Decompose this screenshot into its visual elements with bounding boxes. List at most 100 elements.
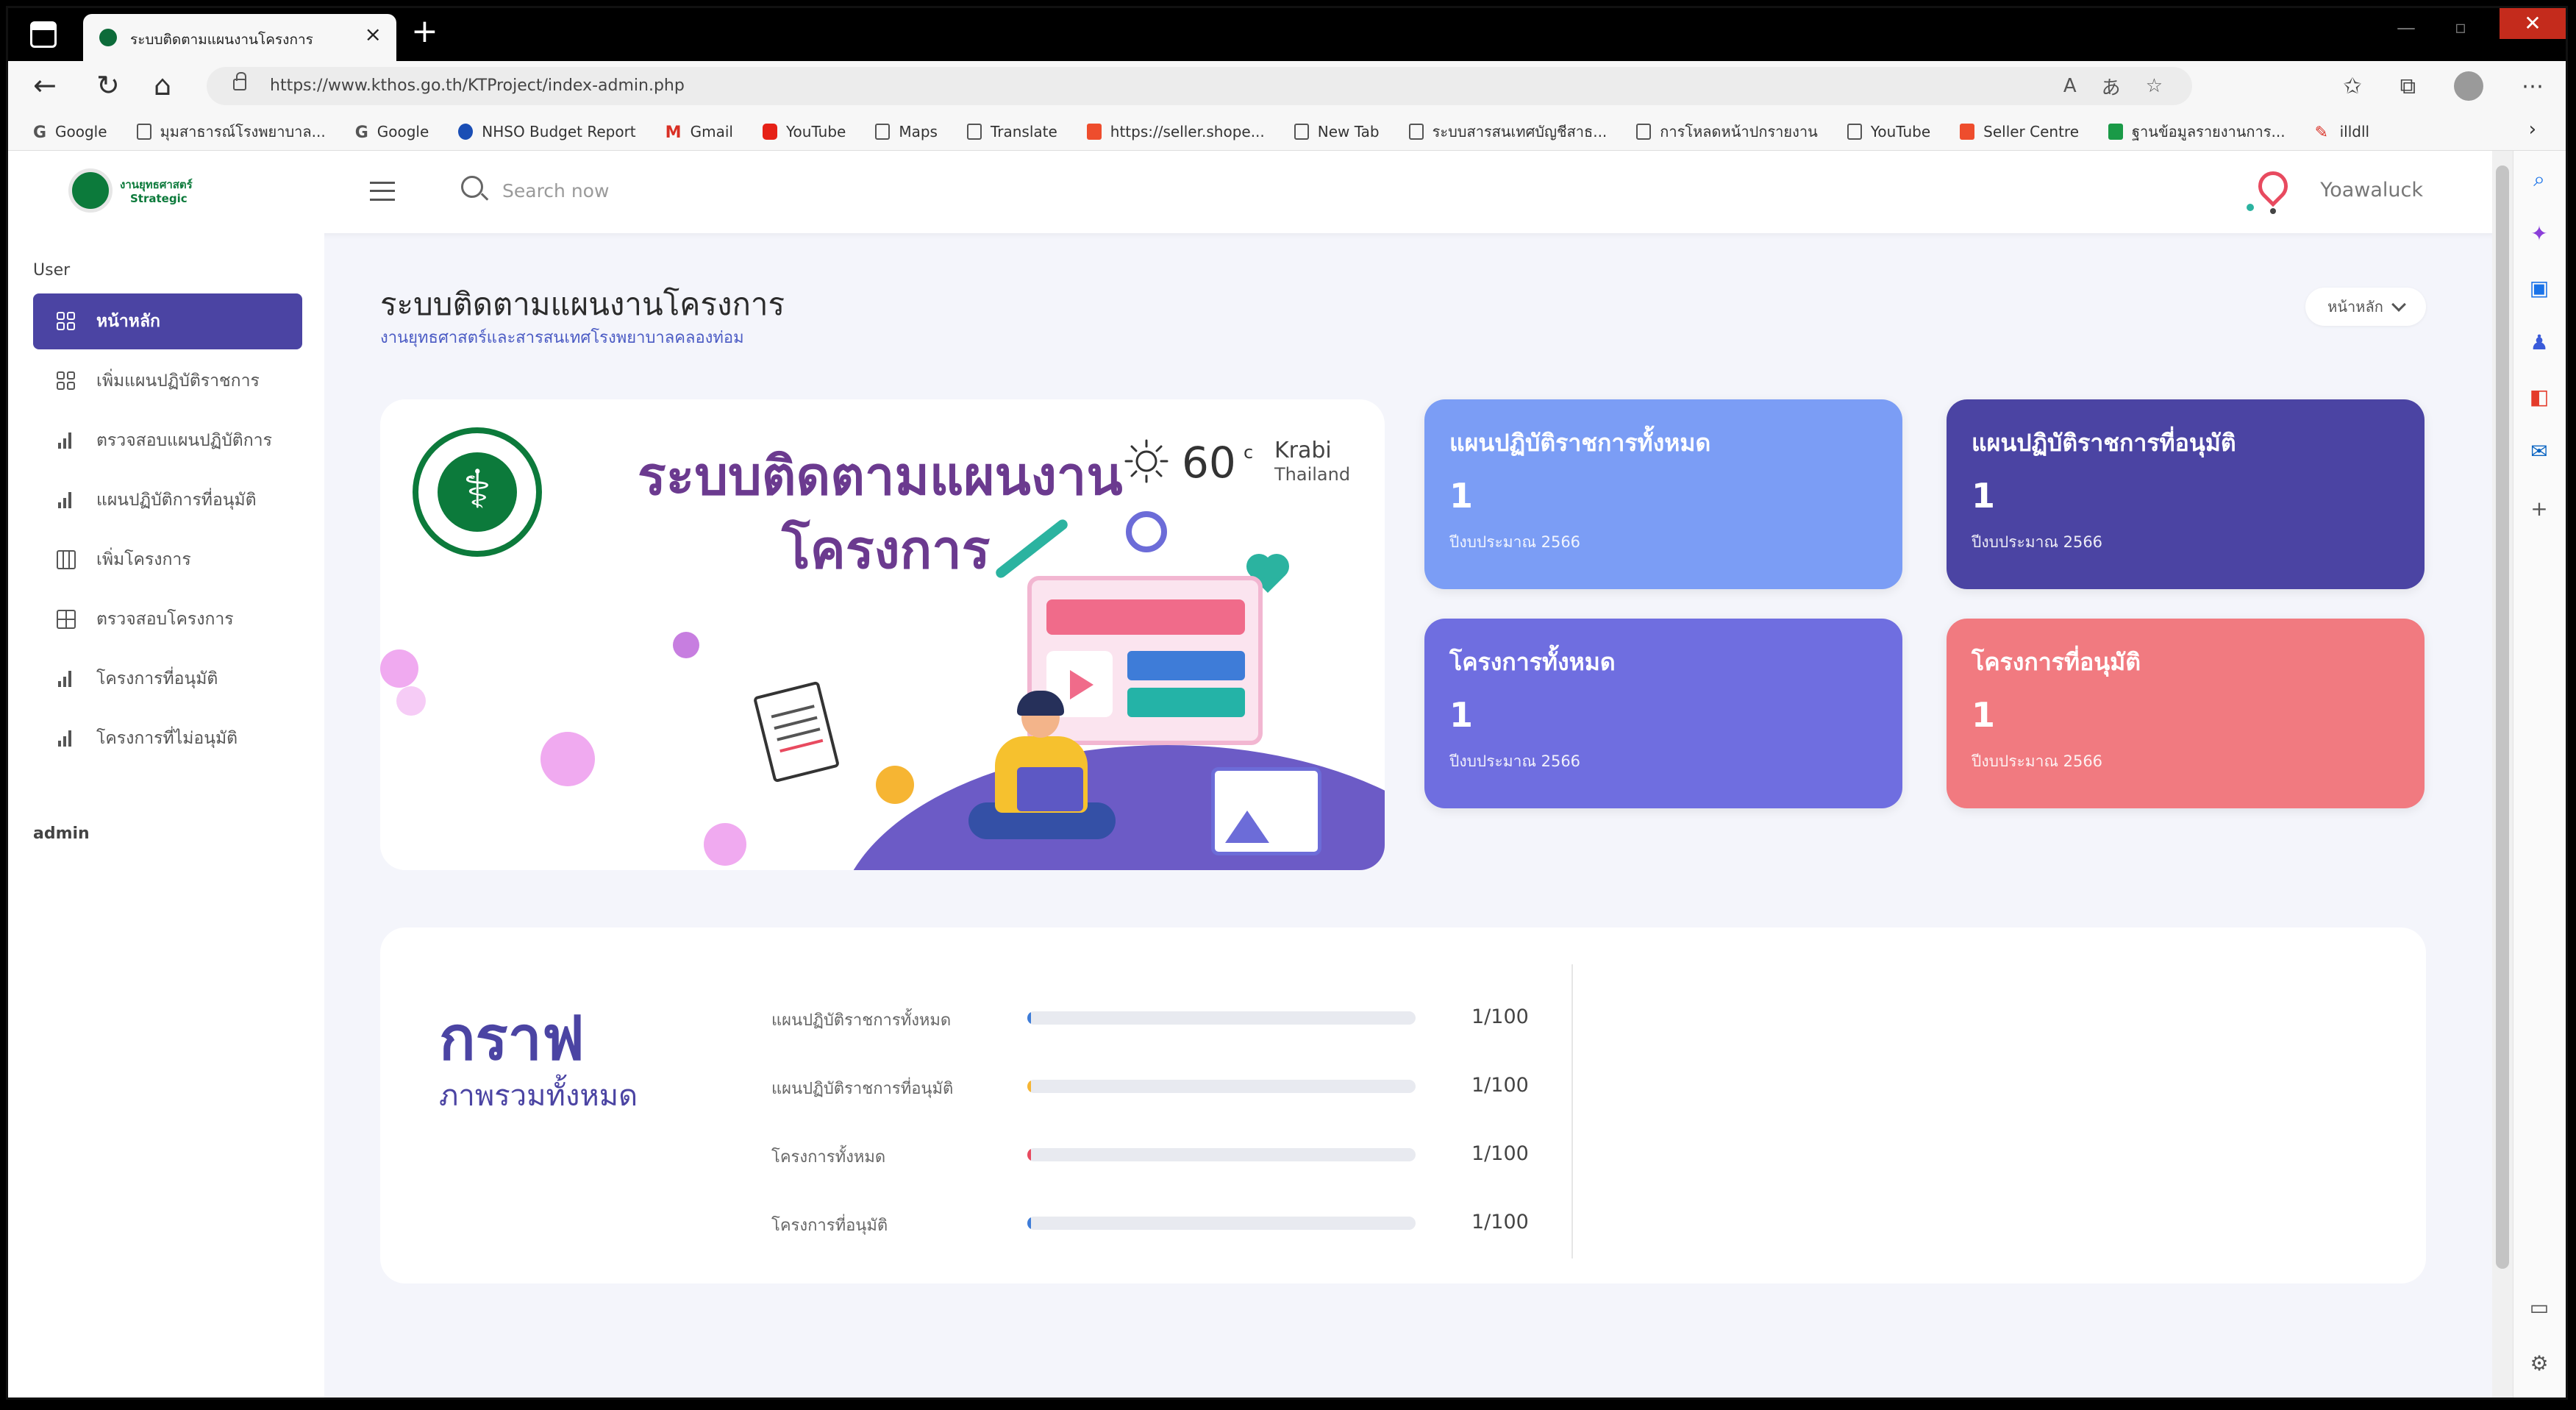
browser-tab[interactable]: ระบบติดตามแผนงานโครงการ × [83, 14, 396, 61]
site-logo[interactable]: งานยุทธศาสตร์ Strategic [68, 164, 201, 220]
bookmark-item[interactable]: Maps [875, 123, 938, 140]
bookmark-item[interactable]: Seller Centre [1960, 123, 2079, 140]
address-bar[interactable]: https://www.kthos.go.th/KTProject/index-… [207, 67, 2192, 105]
lock-icon[interactable] [233, 72, 246, 90]
search-icon[interactable] [461, 176, 483, 198]
bookmark-item[interactable]: ระบบสารสนเทศบัญชีสาธ... [1408, 120, 1608, 143]
bookmark-item[interactable]: New Tab [1294, 123, 1380, 140]
sidebar-item-add-action-plan[interactable]: เพิ่มแผนปฏิบัติราชการ [33, 353, 302, 409]
office-icon[interactable]: ◧ [2527, 385, 2552, 410]
minimize-icon[interactable]: — [2388, 17, 2425, 39]
home-icon[interactable]: ⌂ [154, 71, 171, 99]
hamburger-menu-icon[interactable] [370, 182, 395, 201]
bookmark-item[interactable]: มุมสาธารณ์โรงพยาบาล... [136, 120, 326, 143]
favorites-icon[interactable]: ✩ [2343, 74, 2361, 99]
wrench-illustration [993, 517, 1070, 580]
progress-fill [1027, 1217, 1032, 1230]
favorite-star-icon[interactable]: ☆ [2146, 75, 2163, 97]
tab-actions-icon[interactable] [30, 21, 57, 48]
bookmark-label: illdll [2339, 122, 2370, 140]
bookmark-item[interactable]: ✎ illdll [2314, 122, 2370, 142]
bookmark-label: ฐานข้อมูลรายงานการ... [2132, 122, 2286, 140]
breadcrumb-dropdown[interactable]: หน้าหลัก [2305, 288, 2426, 326]
sidebar-item-label: เพิ่มแผนปฏิบัติราชการ [96, 371, 260, 391]
sidebar-section-admin: admin [33, 825, 90, 843]
bookmark-item[interactable]: M Gmail [665, 123, 733, 142]
new-tab-icon[interactable]: + [411, 15, 438, 48]
bookmark-item[interactable]: https://seller.shope... [1086, 123, 1265, 140]
bookmark-label: NHSO Budget Report [482, 122, 636, 140]
sidebar-item-label: โครงการที่ไม่อนุมัติ [96, 729, 238, 748]
sidebar-item-rejected-projects[interactable]: โครงการที่ไม่อนุมัติ [33, 711, 302, 766]
bookmark-item[interactable]: G Google [33, 123, 107, 142]
shopping-icon[interactable]: ▣ [2527, 276, 2552, 301]
clipboard-illustration [752, 680, 841, 783]
copilot-icon[interactable]: ✦ [2527, 221, 2552, 246]
decorative-circle [396, 686, 426, 716]
maximize-icon[interactable]: ▫ [2442, 17, 2479, 39]
url-text[interactable]: https://www.kthos.go.th/KTProject/index-… [270, 76, 685, 95]
back-arrow-icon[interactable]: ← [33, 71, 57, 99]
settings-gear-icon[interactable]: ⚙ [2527, 1351, 2552, 1376]
sidebar-item-review-project[interactable]: ตรวจสอบโครงการ [33, 591, 302, 647]
address-toolbar: ← ↻ ⌂ https://www.kthos.go.th/KTProject/… [8, 61, 2566, 113]
bookmarks-bar: G Google มุมสาธารณ์โรงพยาบาล... G Google NHSO… [8, 113, 2566, 151]
bookmark-item[interactable]: Translate [966, 122, 1057, 140]
sidebar-item-home[interactable]: หน้าหลัก [33, 293, 302, 349]
close-tab-icon[interactable]: × [365, 24, 382, 45]
user-avatar[interactable] [2245, 165, 2294, 217]
page-icon [966, 123, 982, 140]
sidebar-toggle-icon[interactable]: ▭ [2527, 1295, 2552, 1320]
chevron-down-icon [2391, 297, 2406, 312]
gmail-icon: M [665, 123, 682, 142]
bookmark-item[interactable]: YouTube [1847, 123, 1930, 140]
stat-sub: ปีงบประมาณ 2566 [1449, 752, 1581, 770]
scrollbar-thumb[interactable] [2496, 165, 2509, 1269]
bookmark-item[interactable]: G Google [355, 123, 429, 142]
sidebar-item-review-action-plan[interactable]: ตรวจสอบแผนปฏิบัติการ [33, 413, 302, 469]
bookmark-label: ระบบสารสนเทศบัญชีสาธ... [1432, 122, 1608, 140]
page-title: ระบบติดตามแผนงานโครงการ [380, 286, 785, 322]
collections-icon[interactable]: ⧉ [2400, 74, 2416, 99]
page-scrollbar[interactable] [2492, 151, 2513, 1397]
bookmark-label: Translate [990, 122, 1057, 140]
outlook-icon[interactable]: ✉ [2527, 439, 2552, 464]
progress-bar [1027, 1217, 1416, 1230]
search-icon[interactable]: ⌕ [2527, 167, 2552, 192]
bookmark-label: การโหลดหน้าปกรายงาน [1660, 122, 1818, 140]
stat-card-all-projects[interactable]: โครงการทั้งหมด 1 ปีงบประมาณ 2566 [1424, 619, 1902, 808]
more-menu-icon[interactable]: ⋯ [2522, 74, 2544, 99]
pen-icon: ✎ [2314, 123, 2329, 142]
sidebar-item-add-project[interactable]: เพิ่มโครงการ [33, 532, 302, 588]
stat-label: แผนปฏิบัติราชการทั้งหมด [1449, 429, 1711, 457]
bookmark-item[interactable]: การโหลดหน้าปกรายงาน [1636, 120, 1818, 143]
translate-icon[interactable]: あ [2102, 73, 2121, 100]
bookmark-item[interactable]: NHSO Budget Report [458, 122, 636, 140]
bar-chart-icon [57, 431, 76, 450]
stat-card-all-action-plans[interactable]: แผนปฏิบัติราชการทั้งหมด 1 ปีงบประมาณ 2566 [1424, 399, 1902, 589]
avatar-dot [2270, 208, 2276, 214]
sidebar-item-approved-action-plans[interactable]: แผนปฏิบัติการที่อนุมัติ [33, 472, 302, 528]
refresh-icon[interactable]: ↻ [96, 71, 120, 99]
tab-bar: ระบบติดตามแผนงานโครงการ × + — ▫ ✕ [8, 8, 2566, 61]
sidebar: User admin หน้าหลัก เพิ่มแผนปฏิบัติราชการ… [8, 233, 324, 1397]
window-close-icon[interactable]: ✕ [2500, 8, 2566, 39]
add-icon[interactable]: + [2527, 496, 2552, 521]
page-subtitle: งานยุทธศาสตร์และสารสนเทศโรงพยาบาลคลองท่อ… [380, 329, 744, 347]
bookmarks-overflow-chevron-icon[interactable]: › [2529, 118, 2536, 140]
search-input[interactable] [502, 176, 943, 205]
sidebar-item-label: โครงการที่อนุมัติ [96, 669, 218, 688]
stat-card-approved-projects[interactable]: โครงการที่อนุมัติ 1 ปีงบประมาณ 2566 [1947, 619, 2425, 808]
bookmark-item[interactable]: YouTube [763, 123, 846, 140]
sheets-icon [2108, 123, 2124, 140]
bookmark-item[interactable]: ฐานข้อมูลรายงานการ... [2108, 120, 2286, 143]
profile-avatar-icon[interactable] [2454, 71, 2483, 101]
user-name[interactable]: Yoawaluck [2320, 179, 2423, 202]
sidebar-item-approved-projects[interactable]: โครงการที่อนุมัติ [33, 651, 302, 707]
sidebar-item-label: ตรวจสอบโครงการ [96, 610, 234, 629]
sidebar-item-label: เพิ่มโครงการ [96, 550, 191, 569]
read-aloud-icon[interactable]: A [2063, 75, 2077, 97]
games-icon[interactable]: ♟ [2527, 330, 2552, 355]
stat-card-approved-action-plans[interactable]: แผนปฏิบัติราชการที่อนุมัติ 1 ปีงบประมาณ 25… [1947, 399, 2425, 589]
overview-graph-panel: กราฟ ภาพรวมทั้งหมด แผนปฏิบัติราชการทั้งห… [380, 927, 2426, 1283]
